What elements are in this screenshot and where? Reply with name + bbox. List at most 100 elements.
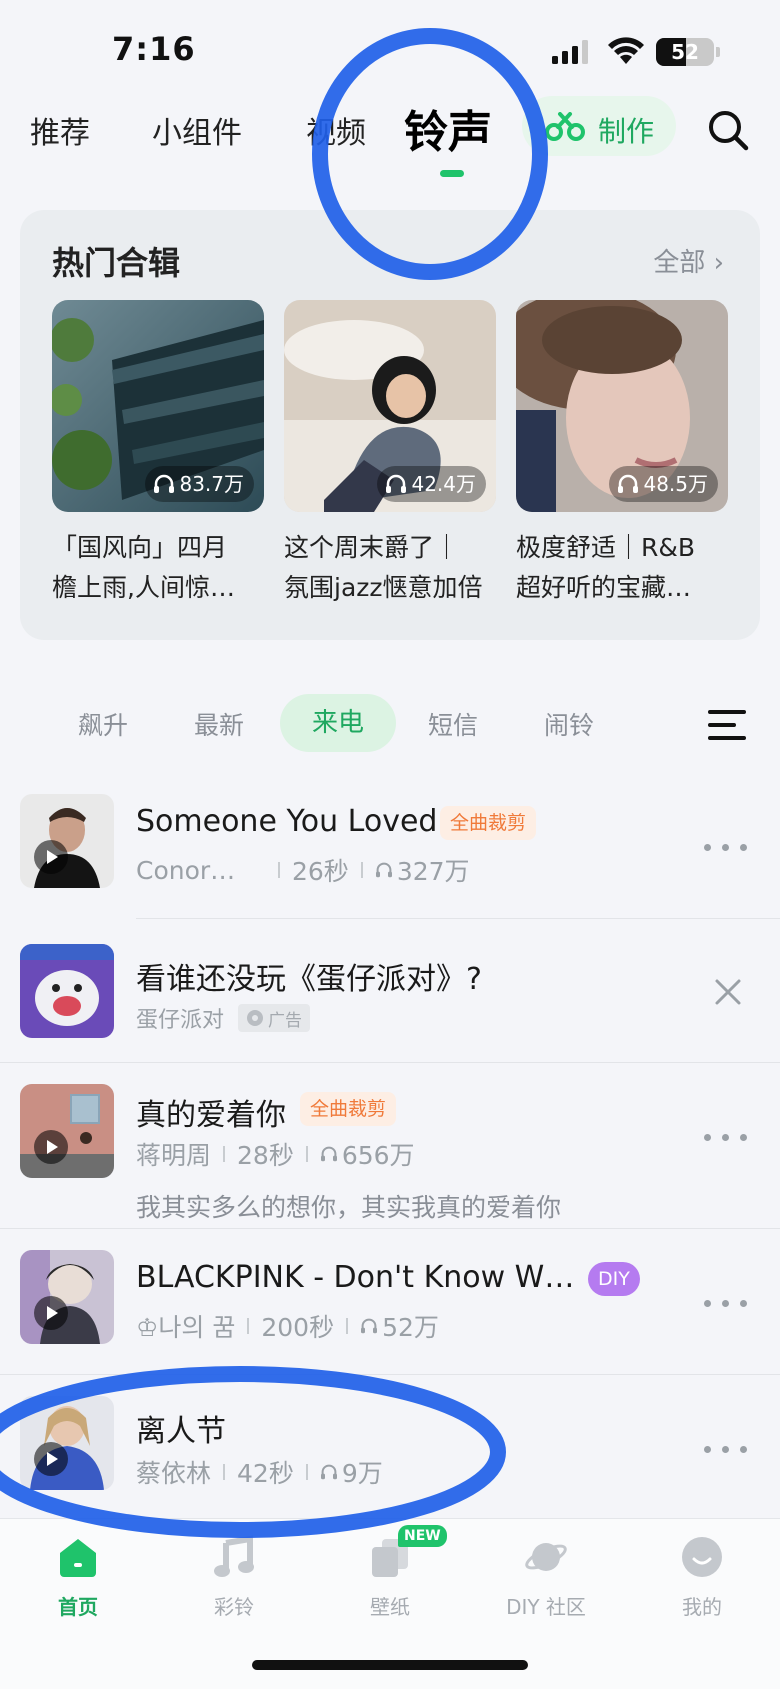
play-icon[interactable]: [34, 1296, 68, 1330]
more-options-icon[interactable]: [704, 1300, 748, 1310]
album-title: 「国风向」四月 檐上雨,人间惊…: [52, 533, 235, 602]
meta-separator: [223, 1146, 226, 1162]
category-tab-bar: 飙升 最新 来电 短信 闹铃: [0, 694, 780, 764]
hot-collections-card: 热门合辑 全部 › 83.7万 「国风向」四月 檐上雨,人间惊… 42.4万 这…: [20, 210, 760, 640]
duration: 26秒: [292, 857, 349, 886]
headphones-icon: [320, 1464, 337, 1480]
headphones-icon: [386, 474, 407, 493]
ad-meta: 蛋仔派对 广告: [136, 1002, 311, 1034]
meta-separator: [305, 1464, 308, 1480]
duration: 28秒: [237, 1141, 294, 1170]
artist-name: 蔡依林: [136, 1459, 212, 1488]
list-item[interactable]: 真的爱着你 全曲裁剪 蒋明周 28秒 656万 我其实多么的想你，其实我真的爱着…: [0, 1084, 780, 1234]
row-divider: [0, 1374, 780, 1375]
view-all-link[interactable]: 全部 ›: [653, 242, 724, 279]
list-item[interactable]: Someone You Loved 全曲裁剪 Conor… 26秒 327万: [0, 794, 780, 920]
meta-separator: [223, 1464, 226, 1480]
song-title: 真的爱着你: [136, 1098, 286, 1133]
meta-separator: [305, 1146, 308, 1162]
album-cover-child-on-bed: 42.4万: [284, 300, 496, 512]
hot-collections-title: 热门合辑: [52, 244, 181, 282]
artist-name: Conor…: [136, 855, 236, 885]
play-icon[interactable]: [34, 840, 68, 874]
song-title: 离人节: [136, 1414, 226, 1449]
battery-level: 52: [671, 40, 699, 64]
tab-video[interactable]: 视频: [306, 108, 366, 152]
music-note-icon: [214, 1535, 254, 1577]
menu-icon[interactable]: [708, 708, 746, 742]
play-icon[interactable]: [34, 1130, 68, 1164]
tab-widgets[interactable]: 小组件: [152, 108, 242, 152]
search-icon[interactable]: [706, 108, 750, 152]
play-count: 42.4万: [377, 466, 486, 502]
headphones-icon: [375, 862, 392, 878]
nav-diy-community-label: DIY 社区: [506, 1595, 586, 1619]
nav-wallpaper-label: 壁纸: [370, 1595, 410, 1619]
nav-diy-community[interactable]: DIY 社区: [476, 1535, 616, 1620]
status-bar: 7:16 52: [0, 0, 780, 100]
view-all-label: 全部: [653, 248, 706, 278]
full-cut-tag: 全曲裁剪: [440, 806, 537, 840]
row-divider: [0, 1062, 780, 1063]
battery-tip: [716, 47, 720, 57]
list-item[interactable]: BLACKPINK - Don't Know W… DIY ♔나의 꿈 200秒…: [0, 1250, 780, 1376]
headphones-icon: [618, 474, 639, 493]
tab-incoming-call[interactable]: 来电: [280, 694, 396, 752]
tab-latest[interactable]: 最新: [194, 706, 244, 742]
lyric-snippet: 我其实多么的想你，其实我真的爱着你: [136, 1193, 562, 1222]
ad-label: 广告: [268, 1010, 303, 1031]
row-divider: [0, 1228, 780, 1229]
album-cover-rainy-eaves: 83.7万: [52, 300, 264, 512]
tab-alarm[interactable]: 闹铃: [544, 706, 594, 742]
album-card[interactable]: 83.7万 「国风向」四月 檐上雨,人间惊…: [52, 300, 264, 608]
album-title: 这个周末爵了｜ 氛围jazz惬意加倍: [284, 533, 483, 602]
nav-home[interactable]: 首页: [8, 1535, 148, 1620]
meta-separator: [360, 862, 363, 878]
play-count: 656万: [341, 1141, 415, 1170]
headphones-icon: [154, 474, 175, 493]
home-indicator: [252, 1660, 528, 1670]
tab-rising[interactable]: 飙升: [78, 706, 128, 742]
chevron-right-icon: ›: [713, 248, 724, 278]
song-meta: 蒋明周 28秒 656万: [136, 1136, 415, 1172]
more-options-icon[interactable]: [704, 844, 748, 854]
tab-sms[interactable]: 短信: [428, 706, 478, 742]
top-tab-bar: 推荐 小组件 视频 铃声 制作: [0, 90, 780, 180]
close-icon[interactable]: [714, 978, 742, 1006]
duration: 42秒: [237, 1459, 294, 1488]
list-item[interactable]: 离人节 蔡依林 42秒 9万: [0, 1396, 780, 1516]
album-card[interactable]: 42.4万 这个周末爵了｜ 氛围jazz惬意加倍: [284, 300, 496, 608]
play-count: 83.7万: [145, 466, 254, 502]
duration: 200秒: [261, 1313, 335, 1342]
nav-wallpaper[interactable]: NEW 壁纸: [320, 1525, 460, 1620]
play-icon[interactable]: [34, 1442, 68, 1476]
album-cover-portrait: 48.5万: [516, 300, 728, 512]
nav-me[interactable]: 我的: [632, 1535, 772, 1620]
play-count: 9万: [341, 1459, 383, 1488]
profile-icon: [682, 1537, 722, 1577]
make-button-label: 制作: [598, 115, 655, 148]
tab-ringtone[interactable]: 铃声: [404, 96, 492, 160]
scissors-icon: [545, 112, 585, 141]
tab-recommend[interactable]: 推荐: [30, 108, 90, 152]
song-meta: ♔나의 꿈 200秒 52万: [136, 1308, 439, 1344]
song-title: Someone You Loved: [136, 804, 438, 839]
ad-badge: 广告: [238, 1004, 311, 1032]
song-thumbnail: [20, 1250, 114, 1344]
play-count: 52万: [382, 1313, 439, 1342]
new-badge: NEW: [398, 1525, 447, 1547]
status-time: 7:16: [112, 30, 196, 68]
more-options-icon[interactable]: [704, 1134, 748, 1144]
ad-list-item[interactable]: 看谁还没玩《蛋仔派对》? 蛋仔派对 广告: [0, 944, 780, 1064]
nav-ringback[interactable]: 彩铃: [164, 1535, 304, 1620]
active-tab-indicator: [440, 170, 464, 177]
make-button[interactable]: 制作: [522, 96, 676, 156]
artist-name: ♔나의 꿈: [136, 1313, 236, 1342]
meta-separator: [278, 862, 280, 878]
ad-thumbnail: [20, 944, 114, 1038]
song-thumbnail: [20, 1396, 114, 1490]
album-card[interactable]: 48.5万 极度舒适｜R&B 超好听的宝藏…: [516, 300, 728, 608]
meta-separator: [346, 1318, 349, 1334]
more-options-icon[interactable]: [704, 1446, 748, 1456]
song-title: BLACKPINK - Don't Know W…: [136, 1260, 575, 1295]
